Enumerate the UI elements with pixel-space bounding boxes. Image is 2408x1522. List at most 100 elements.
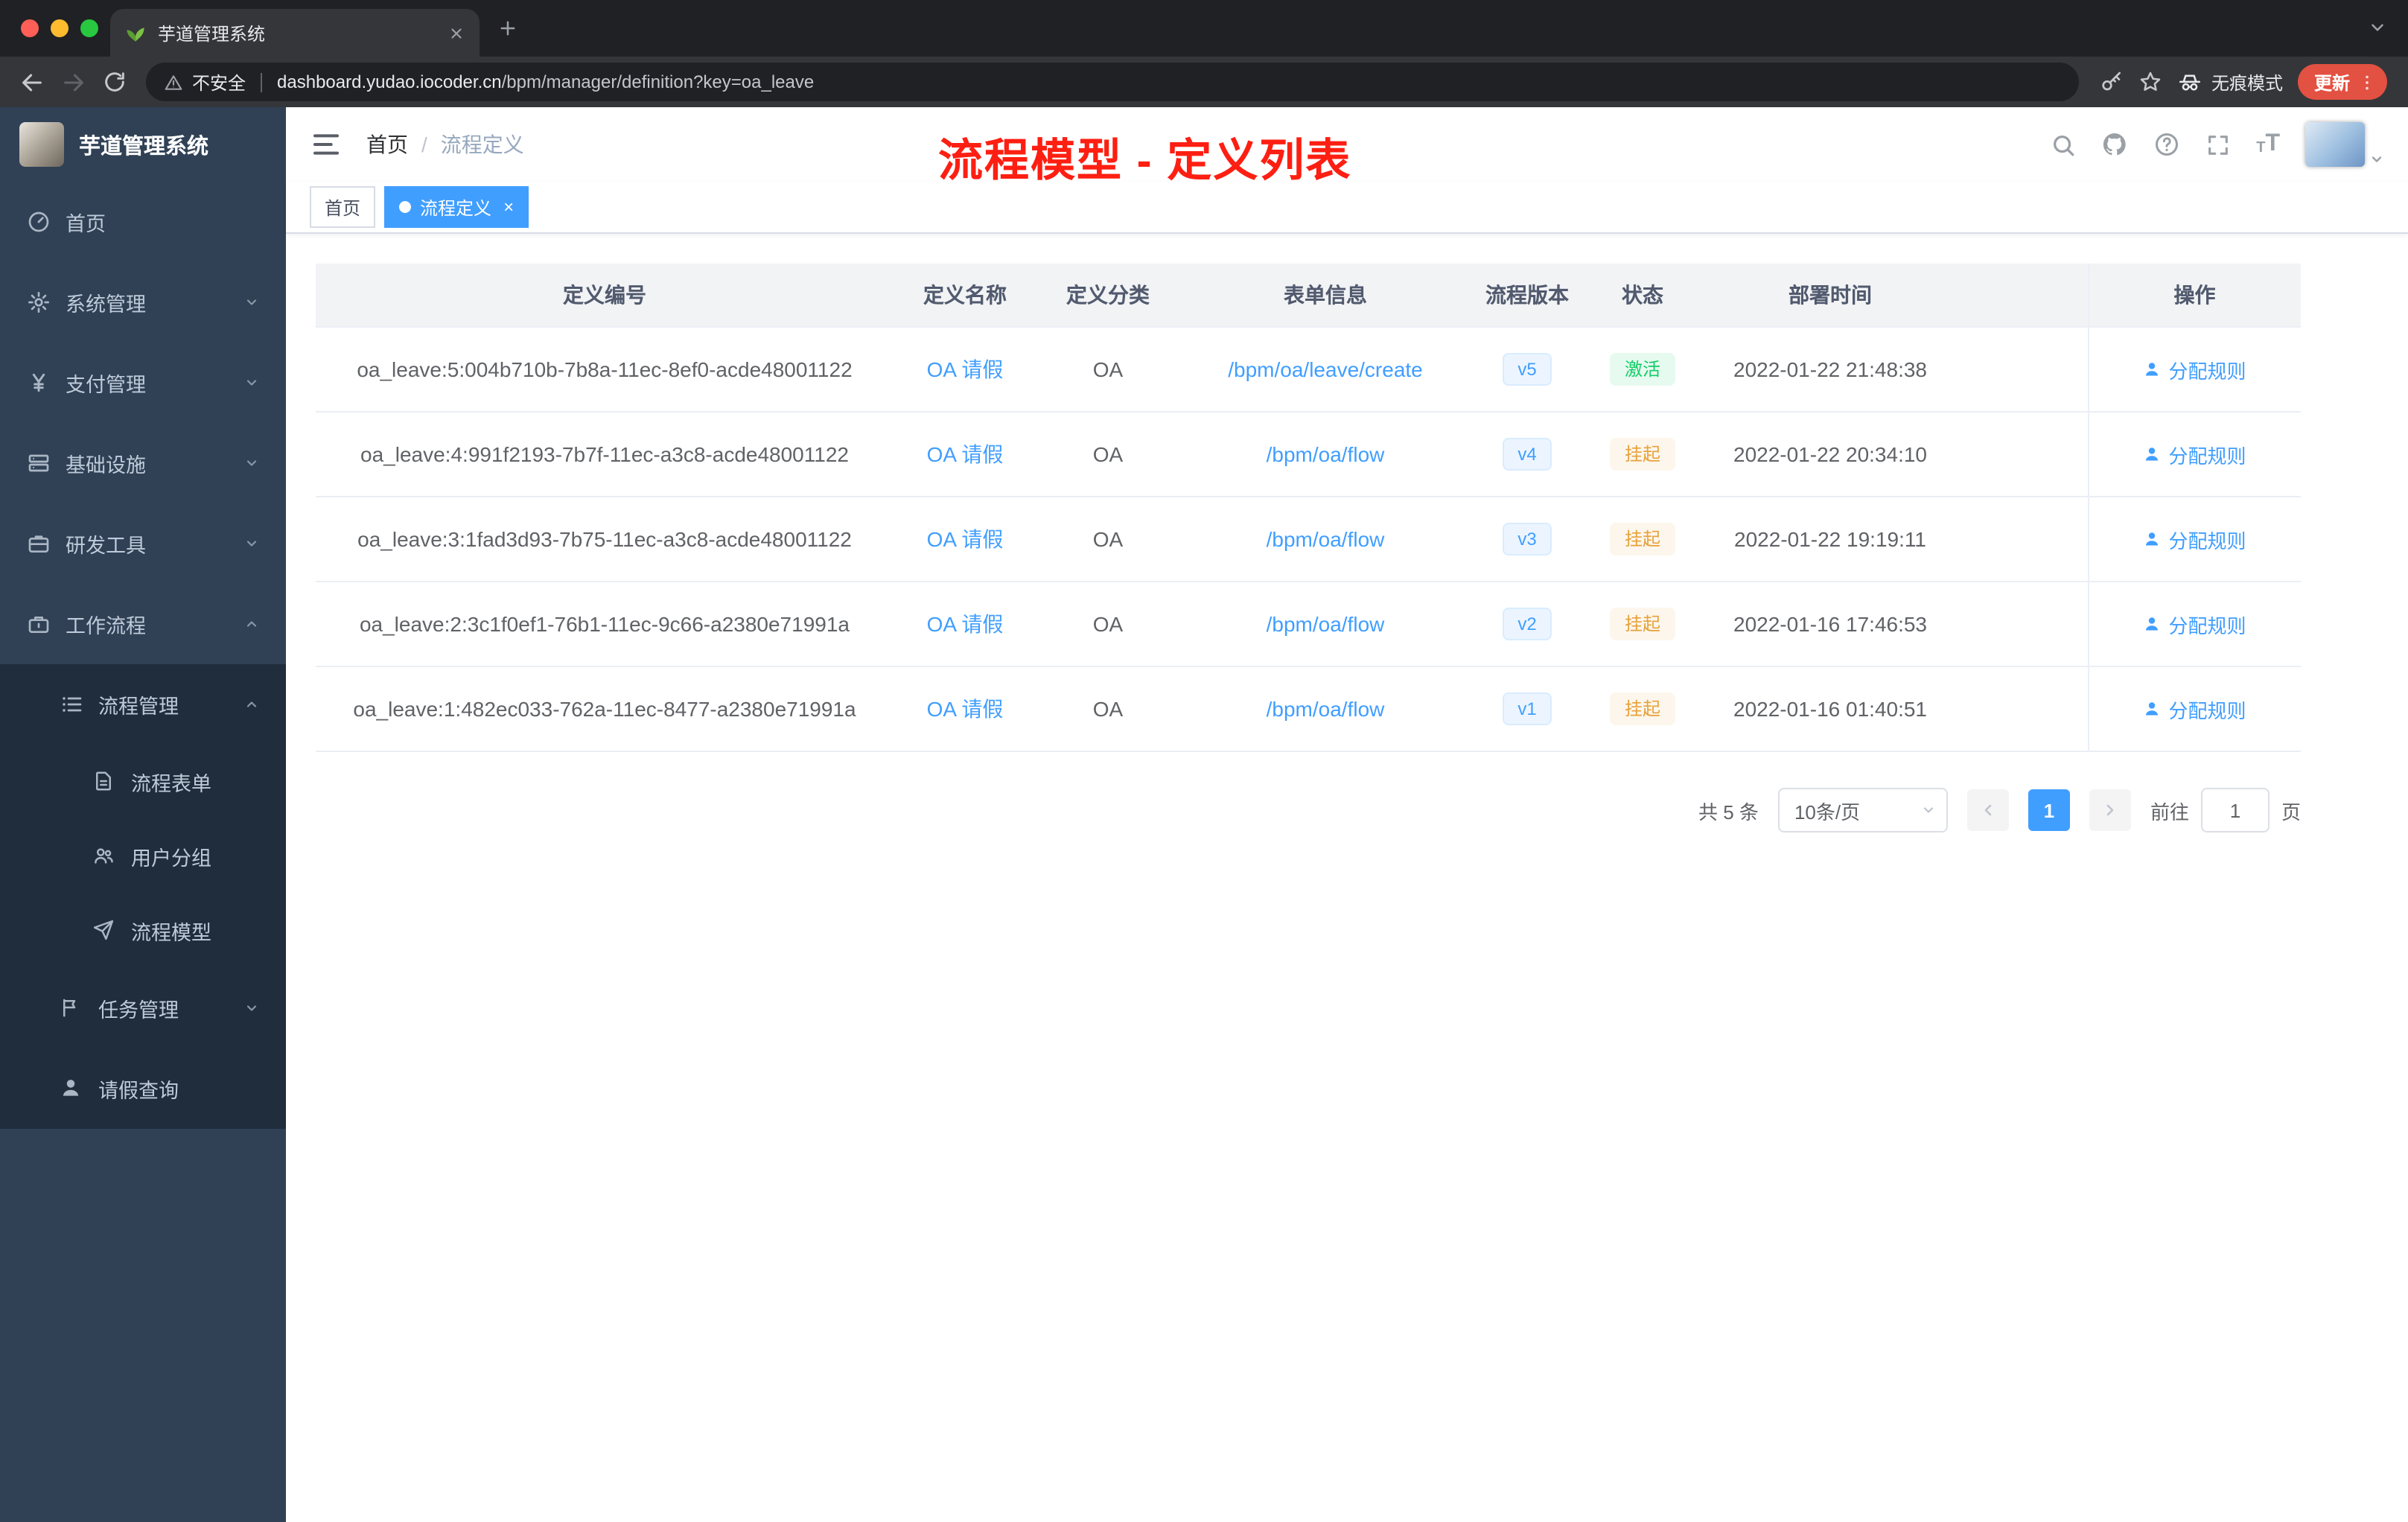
sidebar-item-payment[interactable]: 支付管理 bbox=[0, 343, 286, 423]
definition-name-link[interactable]: OA 请假 bbox=[927, 527, 1004, 551]
tab-search-chevron-icon[interactable] bbox=[2368, 18, 2387, 37]
window-zoom-button[interactable] bbox=[80, 19, 98, 37]
assign-rule-link[interactable]: 分配规则 bbox=[2143, 440, 2246, 468]
send-icon bbox=[92, 919, 116, 943]
sidebar-item-workflow[interactable]: 工作流程 bbox=[0, 584, 286, 664]
briefcase-icon bbox=[27, 612, 51, 636]
sidebar-item-label: 流程模型 bbox=[131, 922, 211, 944]
flag-icon bbox=[60, 996, 83, 1020]
sidebar-item-label: 首页 bbox=[66, 213, 106, 235]
col-header-actions: 操作 bbox=[2087, 264, 2301, 328]
gear-icon bbox=[27, 290, 51, 314]
github-icon[interactable] bbox=[2101, 131, 2128, 158]
sidebar-item-label: 用户分组 bbox=[131, 847, 211, 870]
fullscreen-icon[interactable] bbox=[2205, 132, 2231, 157]
page-size-select[interactable]: 10条/页 bbox=[1777, 788, 1948, 832]
col-header-spacer bbox=[1958, 264, 2088, 328]
url-bar[interactable]: 不安全 dashboard.yudao.iocoder.cn/bpm/manag… bbox=[146, 63, 2079, 101]
sidebar-item-system[interactable]: 系统管理 bbox=[0, 262, 286, 343]
sidebar-logo-row[interactable]: 芋道管理系统 bbox=[0, 107, 286, 182]
sidebar-item-label: 流程管理 bbox=[98, 695, 179, 718]
avatar[interactable] bbox=[2305, 122, 2365, 167]
chevron-down-icon bbox=[244, 536, 259, 551]
server-icon bbox=[27, 451, 51, 475]
page-unit-label: 页 bbox=[2281, 800, 2301, 823]
yen-icon bbox=[27, 371, 51, 395]
incognito-icon bbox=[2177, 69, 2202, 95]
form-link[interactable]: /bpm/oa/flow bbox=[1267, 442, 1385, 466]
sidebar-item-infra[interactable]: 基础设施 bbox=[0, 423, 286, 503]
col-header-deploy-time: 部署时间 bbox=[1702, 264, 1958, 328]
sidebar-item-task-management[interactable]: 任务管理 bbox=[0, 968, 286, 1048]
sidebar-item-label: 支付管理 bbox=[66, 374, 146, 396]
font-size-icon[interactable]: TT bbox=[2256, 132, 2280, 156]
table-row: oa_leave:2:3c1f0ef1-76b1-11ec-9c66-a2380… bbox=[316, 582, 2301, 667]
definition-name-link[interactable]: OA 请假 bbox=[927, 357, 1004, 381]
assign-rule-link[interactable]: 分配规则 bbox=[2143, 355, 2246, 383]
sidebar-item-home[interactable]: 首页 bbox=[0, 182, 286, 262]
form-link[interactable]: /bpm/oa/flow bbox=[1267, 697, 1385, 721]
sidebar-item-process-management[interactable]: 流程管理 bbox=[0, 664, 286, 745]
app-shell: 芋道管理系统 首页 系统管理 支付管理 基础设施 研发工具 工作流程 流程管理 … bbox=[0, 107, 2408, 1522]
tag-close-icon[interactable]: × bbox=[503, 198, 514, 216]
table-header-row: 定义编号 定义名称 定义分类 表单信息 流程版本 状态 部署时间 操作 bbox=[316, 264, 2301, 328]
sidebar-item-label: 基础设施 bbox=[66, 454, 146, 477]
col-header-id: 定义编号 bbox=[316, 264, 894, 328]
sidebar-item-label: 流程表单 bbox=[131, 773, 211, 795]
status-badge: 挂起 bbox=[1609, 692, 1675, 726]
tab-close-icon[interactable] bbox=[448, 25, 465, 41]
hamburger-icon[interactable] bbox=[310, 128, 343, 161]
back-icon[interactable] bbox=[12, 63, 51, 101]
incognito-label: 无痕模式 bbox=[2211, 72, 2283, 93]
caret-down-icon bbox=[1921, 803, 1936, 818]
tag-home[interactable]: 首页 bbox=[310, 186, 376, 228]
definition-name-link[interactable]: OA 请假 bbox=[927, 697, 1004, 721]
window-minimize-button[interactable] bbox=[51, 19, 69, 37]
pagination-total: 共 5 条 bbox=[1698, 800, 1759, 823]
next-page-button[interactable] bbox=[2089, 789, 2131, 831]
form-link[interactable]: /bpm/oa/leave/create bbox=[1228, 357, 1423, 381]
sidebar: 芋道管理系统 首页 系统管理 支付管理 基础设施 研发工具 工作流程 流程管理 … bbox=[0, 107, 286, 1522]
definition-name-link[interactable]: OA 请假 bbox=[927, 612, 1004, 636]
cell-category: OA bbox=[1036, 327, 1179, 413]
definition-name-link[interactable]: OA 请假 bbox=[927, 442, 1004, 466]
cell-category: OA bbox=[1036, 582, 1179, 667]
users-icon bbox=[92, 844, 116, 868]
goto-page-input[interactable] bbox=[2200, 788, 2270, 832]
sidebar-item-process-form[interactable]: 流程表单 bbox=[0, 745, 286, 819]
user-icon bbox=[2146, 617, 2159, 631]
sidebar-item-user-group[interactable]: 用户分组 bbox=[0, 819, 286, 894]
form-link[interactable]: /bpm/oa/flow bbox=[1267, 527, 1385, 551]
search-icon[interactable] bbox=[2051, 132, 2076, 157]
more-vert-icon[interactable] bbox=[2357, 72, 2377, 92]
page-number-1[interactable]: 1 bbox=[2028, 789, 2070, 831]
star-icon[interactable] bbox=[2138, 70, 2162, 94]
sidebar-item-leave-query[interactable]: 请假查询 bbox=[0, 1048, 286, 1129]
new-tab-button[interactable] bbox=[488, 9, 527, 48]
browser-update-button[interactable]: 更新 bbox=[2297, 64, 2387, 100]
chevron-down-icon bbox=[244, 1001, 259, 1016]
assign-rule-link[interactable]: 分配规则 bbox=[2143, 610, 2246, 638]
col-header-category: 定义分类 bbox=[1036, 264, 1179, 328]
toolbar-right: 无痕模式 更新 bbox=[2091, 64, 2396, 100]
form-link[interactable]: /bpm/oa/flow bbox=[1267, 612, 1385, 636]
help-icon[interactable] bbox=[2153, 131, 2180, 158]
forward-icon[interactable] bbox=[54, 63, 92, 101]
key-icon[interactable] bbox=[2100, 70, 2124, 94]
browser-tab[interactable]: 芋道管理系统 bbox=[110, 9, 480, 57]
tag-process-definition[interactable]: 流程定义 × bbox=[384, 186, 529, 228]
sidebar-item-process-model[interactable]: 流程模型 bbox=[0, 894, 286, 968]
assign-rule-link[interactable]: 分配规则 bbox=[2143, 525, 2246, 553]
version-badge: v4 bbox=[1503, 437, 1552, 471]
pagination: 共 5 条 10条/页 1 前往 1 页 bbox=[316, 788, 2301, 832]
prev-page-button[interactable] bbox=[1966, 789, 2009, 831]
reload-icon[interactable] bbox=[95, 63, 134, 101]
cell-deploy-time: 2022-01-22 19:19:11 bbox=[1702, 497, 1958, 582]
assign-rule-link[interactable]: 分配规则 bbox=[2143, 695, 2246, 723]
browser-tabbar: 芋道管理系统 bbox=[0, 0, 2408, 57]
sidebar-item-devtools[interactable]: 研发工具 bbox=[0, 503, 286, 584]
breadcrumb-home[interactable]: 首页 bbox=[366, 130, 408, 159]
header-actions: TT bbox=[2051, 122, 2384, 167]
user-menu[interactable] bbox=[2305, 122, 2384, 167]
window-close-button[interactable] bbox=[21, 19, 39, 37]
